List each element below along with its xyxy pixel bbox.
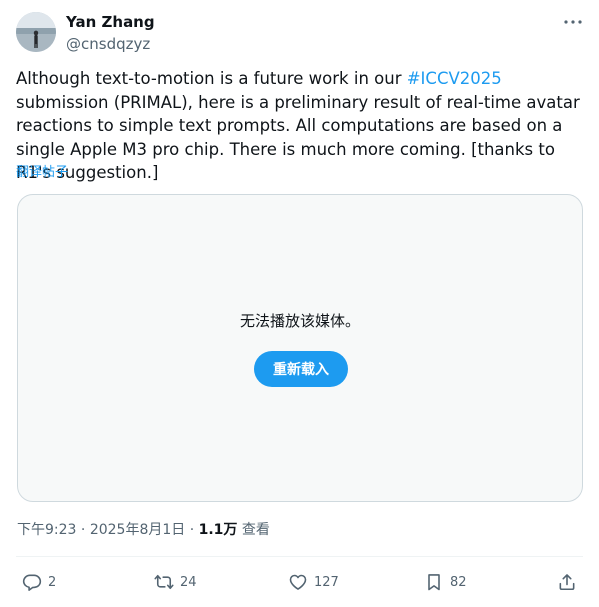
post-date[interactable]: 2025年8月1日 — [90, 522, 185, 538]
reply-button[interactable]: 2 — [22, 571, 56, 593]
meta-separator: · — [80, 522, 86, 538]
tweet-text: Although text-to-motion is a future work… — [16, 67, 584, 185]
tweet-text-part-2: submission (PRIMAL), here is a prelimina… — [16, 92, 580, 183]
more-options-button[interactable] — [563, 14, 583, 30]
reload-media-button[interactable]: 重新载入 — [254, 351, 348, 387]
bookmark-icon — [428, 574, 440, 591]
translate-post-link[interactable]: 翻译帖子 — [16, 164, 68, 182]
tweet-card: Yan Zhang @cnsdqzyz Although text-to-mot… — [0, 0, 599, 607]
avatar-image — [16, 12, 56, 52]
tweet-meta: 下午9:23 · 2025年8月1日 · 1.1万 查看 — [17, 520, 270, 540]
views-count: 1.1万 — [198, 522, 238, 538]
views-label: 查看 — [241, 522, 270, 538]
author-info: Yan Zhang @cnsdqzyz — [66, 12, 155, 54]
author-handle[interactable]: @cnsdqzyz — [66, 34, 155, 54]
divider — [16, 556, 583, 557]
reply-icon — [22, 574, 42, 591]
bookmark-count: 82 — [450, 574, 467, 590]
like-button[interactable]: 127 — [288, 571, 339, 593]
media-error-message: 无法播放该媒体。 — [239, 312, 360, 330]
retweet-count: 24 — [180, 574, 197, 590]
bookmark-button[interactable]: 82 — [424, 571, 467, 593]
hashtag-link[interactable]: #ICCV2025 — [407, 69, 502, 88]
share-button[interactable] — [557, 571, 577, 593]
tweet-text-part-1: Although text-to-motion is a future work… — [16, 69, 407, 88]
retweet-icon — [154, 574, 174, 590]
avatar[interactable] — [16, 12, 56, 52]
share-icon — [559, 574, 575, 591]
like-count: 127 — [314, 574, 339, 590]
post-time[interactable]: 下午9:23 — [17, 522, 76, 538]
retweet-button[interactable]: 24 — [154, 571, 197, 593]
media-container: 无法播放该媒体。 重新载入 — [17, 194, 583, 502]
author-display-name[interactable]: Yan Zhang — [66, 12, 155, 32]
more-dots-icon — [564, 20, 582, 24]
reply-count: 2 — [48, 574, 57, 590]
meta-separator-2: · — [189, 522, 195, 538]
heart-icon — [289, 574, 307, 590]
